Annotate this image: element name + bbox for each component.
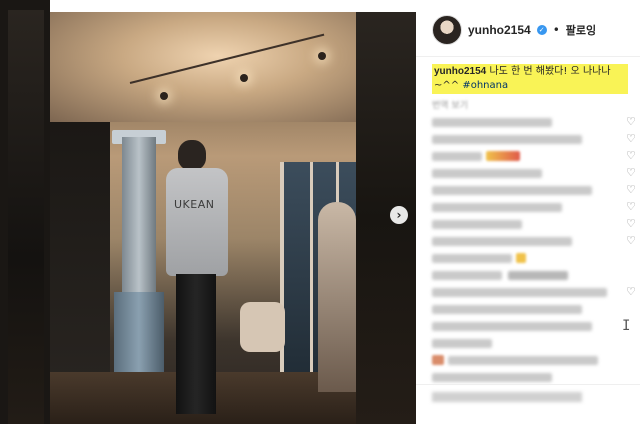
like-heart-icon[interactable]: ♡: [626, 132, 636, 145]
blurred-comment: [508, 271, 568, 280]
ceiling-lamp: [160, 92, 168, 100]
dancer-head: [178, 140, 206, 170]
blurred-comment: [432, 305, 582, 314]
like-heart-icon[interactable]: ♡: [626, 285, 636, 298]
divider: [416, 384, 640, 385]
dancer-sweater: [166, 168, 228, 276]
list-item: ♡: [432, 165, 640, 182]
blurred-comment: [432, 237, 572, 246]
list-item: ♡: [432, 182, 640, 199]
like-heart-icon[interactable]: ♡: [626, 217, 636, 230]
next-media-button[interactable]: ›: [390, 206, 408, 224]
blurred-comment: [432, 271, 502, 280]
list-item: [432, 318, 640, 335]
bystander: [318, 202, 356, 392]
blurred-comment: [432, 322, 592, 331]
following-button[interactable]: 팔로잉: [566, 22, 596, 38]
username-link[interactable]: yunho2154: [468, 23, 531, 37]
left-dark-strip: [8, 10, 44, 424]
blurred-comment: [432, 169, 542, 178]
blurred-comment: [432, 203, 562, 212]
caption-username[interactable]: yunho2154: [434, 66, 486, 77]
list-item: [432, 267, 640, 284]
blurred-comment: [432, 118, 552, 127]
post-header: yunho2154 ✓ • 팔로잉: [432, 14, 596, 46]
blurred-emoji: [516, 253, 526, 263]
blurred-comment: [432, 152, 482, 161]
avatar[interactable]: [432, 15, 462, 45]
blurred-comment: [432, 339, 492, 348]
list-item: [432, 352, 640, 369]
left-background: [0, 0, 50, 424]
list-item: ♡: [432, 114, 640, 131]
blurred-emoji: [432, 355, 444, 365]
list-item: [432, 335, 640, 352]
list-item: ♡: [432, 199, 640, 216]
blurred-comment: [432, 220, 522, 229]
caption-hashtag[interactable]: #ohnana: [462, 80, 508, 91]
like-heart-icon[interactable]: ♡: [626, 234, 636, 247]
blurred-footer-text: [432, 392, 582, 402]
list-item: ♡: [432, 284, 640, 301]
text-cursor-icon: I: [622, 318, 631, 334]
post-video[interactable]: UKEAN: [50, 12, 356, 424]
ceiling: [50, 12, 356, 122]
list-item: [432, 250, 640, 267]
blurred-comment: [432, 373, 552, 382]
sweater-print: UKEAN: [174, 198, 215, 211]
list-item: [432, 301, 640, 318]
divider: [416, 56, 640, 57]
list-item: ♡: [432, 233, 640, 250]
see-translation-link[interactable]: 번역 보기: [432, 98, 468, 111]
comment-list: ♡ ♡ ♡ ♡ ♡ ♡ ♡ ♡ ♡: [432, 114, 640, 386]
like-heart-icon[interactable]: ♡: [626, 115, 636, 128]
like-heart-icon[interactable]: ♡: [626, 200, 636, 213]
list-item: ♡: [432, 148, 640, 165]
verified-badge-icon: ✓: [536, 25, 547, 35]
blurred-emoji: [486, 151, 520, 161]
post-side-panel: yunho2154 ✓ • 팔로잉 yunho2154 나도 한 번 해봤다! …: [416, 0, 640, 424]
list-item: ♡: [432, 131, 640, 148]
like-heart-icon[interactable]: ♡: [626, 166, 636, 179]
ceiling-lamp: [318, 52, 326, 60]
ceiling-lamp: [240, 74, 248, 82]
blurred-comment: [432, 254, 512, 263]
blurred-comment: [432, 186, 592, 195]
chair: [240, 302, 285, 352]
dancer-legs: [176, 274, 216, 414]
like-heart-icon[interactable]: ♡: [626, 183, 636, 196]
blurred-comment: [432, 288, 607, 297]
blurred-comment: [432, 135, 582, 144]
post-caption: yunho2154 나도 한 번 해봤다! 오 나나나 ~^^ #ohnana: [432, 64, 628, 94]
blurred-comment: [448, 356, 598, 365]
separator-dot: •: [552, 23, 560, 37]
like-heart-icon[interactable]: ♡: [626, 149, 636, 162]
list-item: ♡: [432, 216, 640, 233]
